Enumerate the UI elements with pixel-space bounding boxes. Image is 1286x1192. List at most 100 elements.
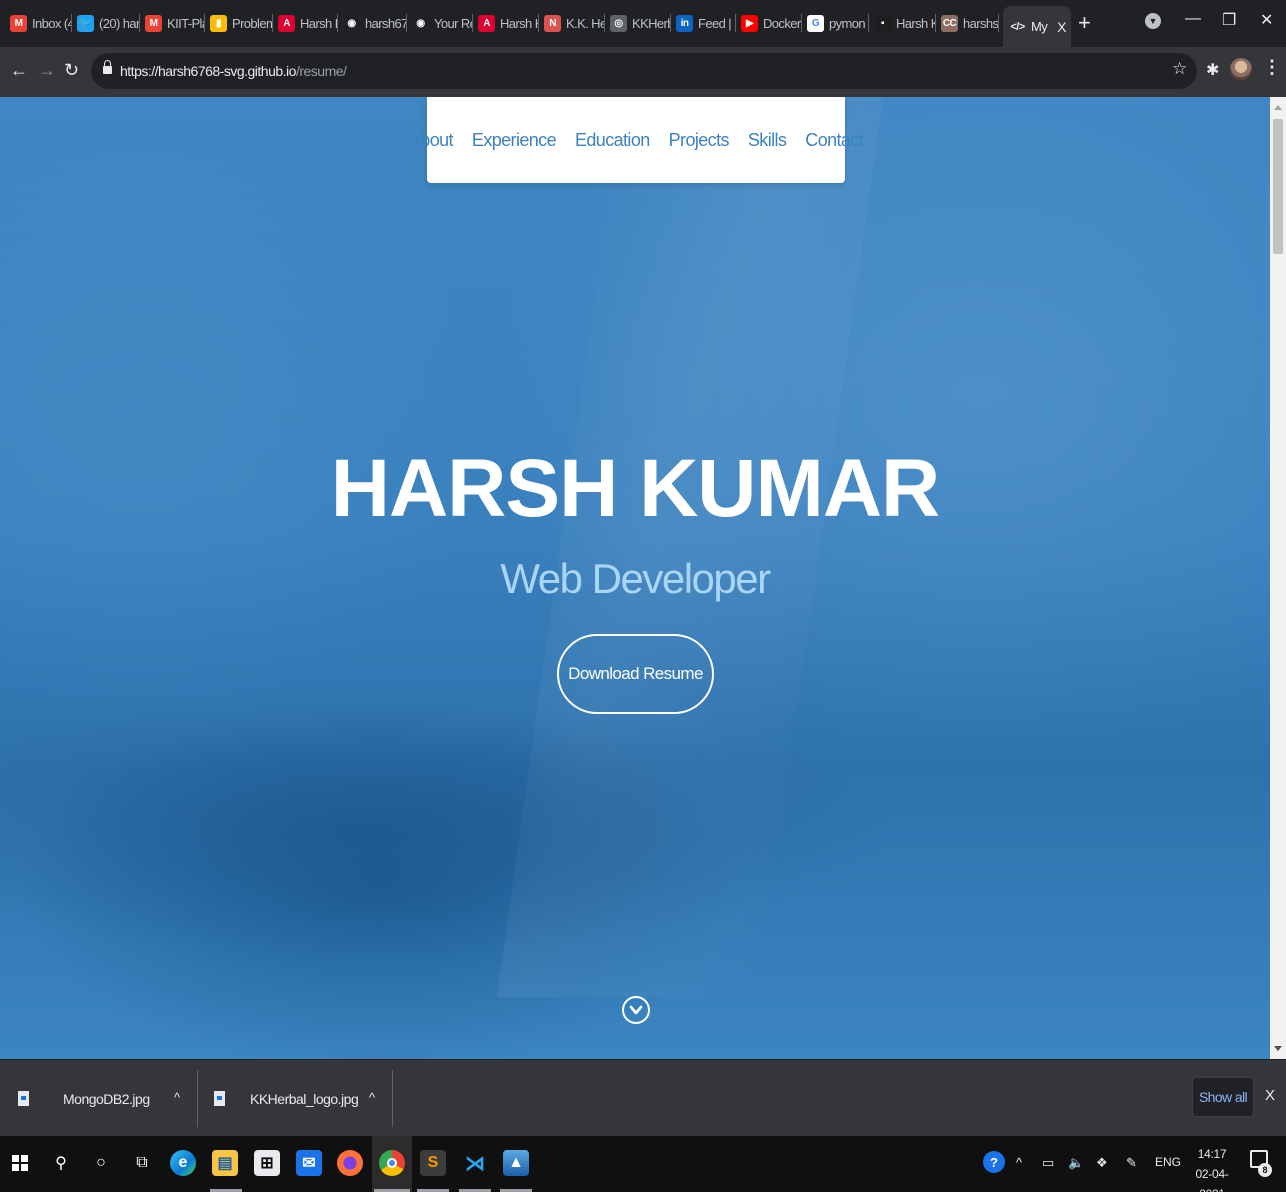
tab-separator [472, 14, 473, 32]
browser-tab[interactable]: ▪ Harsh K [874, 11, 936, 35]
restore-icon[interactable]: ❐ [1222, 10, 1236, 30]
battery-icon[interactable]: ▭ [1042, 1155, 1054, 1171]
sublime-text-icon[interactable]: S [420, 1150, 446, 1176]
url-path: /resume/ [295, 63, 347, 79]
divider [197, 1070, 198, 1127]
image-file-icon [18, 1091, 29, 1106]
tab-active[interactable]: </> My X [1003, 6, 1071, 47]
notification-count-badge: 8 [1258, 1163, 1272, 1177]
tab-label: Problem [232, 15, 273, 31]
edge-icon[interactable]: e [170, 1150, 196, 1176]
new-tab-button[interactable]: + [1078, 10, 1091, 36]
browser-tab[interactable]: CC harshsv [941, 11, 999, 35]
help-icon[interactable]: ? [983, 1151, 1005, 1173]
close-tab-icon[interactable]: X [1057, 19, 1066, 35]
extensions-icon[interactable]: ✱ [1206, 60, 1219, 80]
windows-start-icon[interactable] [7, 1150, 33, 1176]
bookmark-star-icon[interactable]: ☆ [1172, 59, 1187, 79]
profile-avatar[interactable] [1230, 58, 1252, 80]
show-hidden-icons-icon[interactable]: ^ [1016, 1155, 1022, 1170]
store-icon[interactable]: ⊞ [254, 1150, 280, 1176]
pen-icon[interactable]: ✎ [1126, 1155, 1137, 1171]
browser-tab[interactable]: in Feed | L [676, 11, 736, 35]
browser-tab[interactable]: ▮ Problem [210, 11, 273, 35]
scroll-down-button[interactable] [622, 996, 650, 1024]
reload-icon[interactable]: ↻ [64, 60, 79, 81]
nav-contact[interactable]: Contact [805, 130, 863, 151]
tab-separator [538, 14, 539, 32]
task-view-icon[interactable]: ⧉ [129, 1150, 155, 1176]
browser-tab[interactable]: Gpymon [807, 11, 869, 35]
close-window-icon[interactable]: ✕ [1260, 10, 1273, 30]
browser-tab[interactable]: ▶ Docker [741, 11, 802, 35]
browser-tab[interactable]: 🐦 (20) har [77, 11, 140, 35]
browser-tab[interactable]: N K.K. He [544, 11, 605, 35]
browser-tab[interactable]: A Harsh K [478, 11, 539, 35]
firefox-icon[interactable] [337, 1150, 363, 1176]
nav-experience[interactable]: Experience [472, 130, 557, 151]
hero-name: HARSH KUMAR [330, 443, 941, 534]
background-keyboard [0, 697, 900, 957]
browser-tab[interactable]: A Harsh K [278, 11, 338, 35]
nav-education[interactable]: Education [575, 130, 650, 151]
tab-label: Harsh K [500, 15, 539, 31]
gmail-icon: M [145, 14, 162, 32]
tab-separator [935, 14, 936, 32]
cortana-icon[interactable]: ○ [88, 1150, 114, 1176]
tab-label: Docker [763, 15, 801, 31]
scrollbar-thumb[interactable] [1273, 119, 1283, 254]
browser-tab[interactable]: ◉ harsh67 [343, 11, 407, 35]
clock-time: 14:17 [1197, 1147, 1227, 1161]
lock-icon [103, 60, 112, 76]
tab-label: Harsh K [300, 15, 338, 31]
chrome-icon[interactable] [379, 1150, 405, 1176]
download-resume-button[interactable]: Download Resume [557, 634, 714, 714]
globe-icon: ◎ [610, 14, 627, 32]
codechef-icon: CC [941, 14, 958, 32]
show-all-button[interactable]: Show all [1192, 1077, 1254, 1117]
tab-label: Feed | L [698, 15, 736, 31]
browser-tab[interactable]: M Inbox (4 [10, 11, 72, 35]
tab-label: Harsh K [896, 15, 936, 31]
scroll-down-arrow-icon[interactable] [1274, 1046, 1282, 1051]
url-text[interactable]: https://harsh6768-svg.github.io/resume/ [120, 63, 347, 79]
image-file-icon [214, 1091, 225, 1106]
site-icon: N [544, 14, 561, 32]
tab-label: harshsv [963, 15, 999, 31]
download-item[interactable]: KKHerbal_logo.jpg [214, 1060, 359, 1137]
nav-skills[interactable]: Skills [748, 130, 787, 151]
dropbox-icon[interactable]: ❖ [1096, 1155, 1108, 1171]
tab-search-icon[interactable]: ▼ [1145, 13, 1161, 29]
mail-icon[interactable]: ✉ [296, 1150, 322, 1176]
tab-separator [801, 14, 802, 32]
angular-icon: A [278, 14, 295, 32]
browser-tab[interactable]: M KIIT-Pla [145, 11, 205, 35]
file-explorer-icon[interactable]: ▤ [212, 1150, 238, 1176]
language-indicator[interactable]: ENG [1155, 1155, 1181, 1169]
vscode-icon[interactable]: ⋊ [462, 1150, 488, 1176]
photos-icon[interactable]: ▲ [503, 1150, 529, 1176]
tab-label: KKHerb [632, 15, 671, 31]
search-icon[interactable]: ⚲ [48, 1150, 74, 1176]
download-options-icon[interactable]: ^ [174, 1090, 180, 1105]
scroll-up-arrow-icon[interactable] [1274, 105, 1282, 110]
volume-icon[interactable]: 🔈 [1068, 1155, 1084, 1171]
download-item[interactable]: MongoDB2.jpg [18, 1060, 150, 1137]
tab-separator [272, 14, 273, 32]
chevron-down-icon [629, 1005, 643, 1015]
minimize-icon[interactable]: — [1185, 10, 1201, 28]
back-icon[interactable]: ← [10, 60, 28, 81]
forward-icon[interactable]: → [38, 60, 56, 81]
nav-about[interactable]: About [409, 130, 454, 151]
address-bar[interactable]: https://harsh6768-svg.github.io/resume/ [91, 53, 1197, 89]
close-shelf-icon[interactable]: X [1265, 1087, 1275, 1104]
browser-toolbar: ← → ↻ https://harsh6768-svg.github.io/re… [0, 47, 1286, 97]
browser-tab[interactable]: ◉ Your Re [412, 11, 473, 35]
menu-icon[interactable]: ⋮ [1263, 58, 1281, 76]
download-shelf: MongoDB2.jpg ^ KKHerbal_logo.jpg ^ Show … [0, 1059, 1286, 1136]
browser-tab[interactable]: ◎ KKHerb [610, 11, 671, 35]
nav-projects[interactable]: Projects [669, 130, 730, 151]
clock[interactable]: 14:17 02-04-2021 [1184, 1144, 1240, 1192]
page-scrollbar[interactable] [1270, 97, 1286, 1059]
download-options-icon[interactable]: ^ [369, 1090, 375, 1105]
